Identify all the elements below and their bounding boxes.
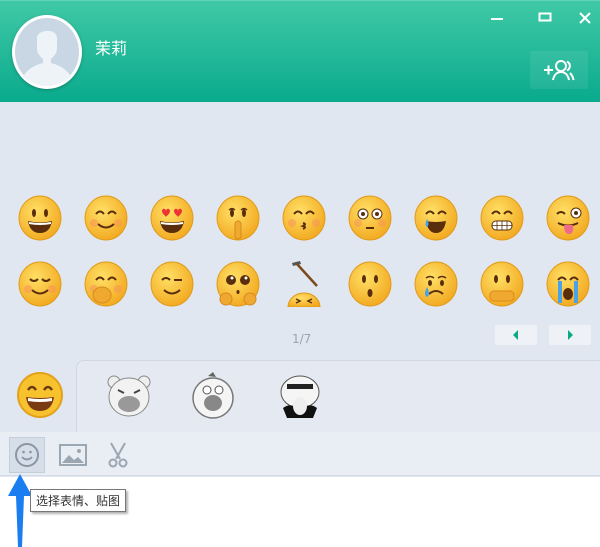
image-button[interactable] [55,437,91,473]
emoji-grimace[interactable] [480,195,524,241]
emoji-button[interactable] [9,437,45,473]
scissors-icon [108,442,128,468]
add-group-member-button[interactable] [530,51,588,89]
add-group-member-icon [544,60,575,81]
tab-bear-sticker[interactable] [104,370,154,420]
prev-page-button[interactable] [495,325,537,345]
emoji-sobbing[interactable] [546,261,590,307]
image-icon [59,444,87,466]
arrow-right-icon [568,330,573,340]
emoji-crying-tear[interactable] [414,261,458,307]
emoji-relieved[interactable] [18,261,62,307]
emoji-grinning[interactable] [18,195,62,241]
screenshot-button[interactable] [100,437,136,473]
contact-name: 茉莉 [95,39,128,58]
minimize-icon[interactable] [486,7,508,27]
tooltip: 选择表情、贴图 [30,489,127,512]
sticker-tabs [0,360,600,432]
emoji-heart-eyes[interactable] [150,195,194,241]
close-icon[interactable] [574,7,596,27]
tab-cat-sticker[interactable] [275,370,325,420]
emoji-kissing[interactable] [282,195,326,241]
emoji-flushed[interactable] [348,195,392,241]
input-toolbar [0,432,600,476]
page-indicator: 1/7 [292,332,312,346]
contact-avatar[interactable] [12,15,82,89]
tab-emoji[interactable] [15,370,65,420]
emoji-pleading[interactable] [216,261,260,307]
emoji-giggle-hand[interactable] [84,261,128,307]
emoji-surprised[interactable] [348,261,392,307]
arrow-left-icon [513,330,518,340]
emoji-hammer-hit[interactable] [282,261,326,308]
chat-header: 茉莉 [0,0,600,102]
emoji-shush[interactable] [216,195,260,241]
emoji-wink[interactable] [150,261,194,307]
emoji-smile-blush[interactable] [84,195,128,241]
next-page-button[interactable] [549,325,591,345]
tab-chicken-sticker[interactable] [188,370,238,420]
message-input[interactable] [0,477,600,547]
emoji-laugh-tears[interactable] [414,195,458,241]
emoji-wink-tongue[interactable] [546,195,590,241]
emoji-icon [15,443,39,467]
emoji-covering-mouth[interactable] [480,261,524,307]
maximize-icon[interactable] [534,7,556,27]
